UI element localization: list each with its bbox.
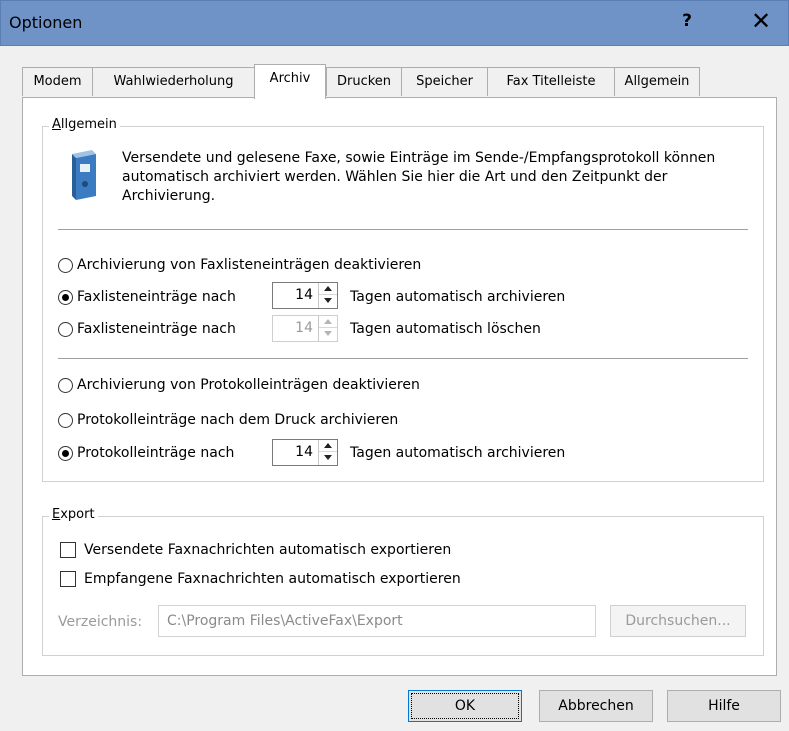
title-bar: Optionen ? ✕	[0, 0, 789, 46]
fax-archive-days-value: 14	[295, 287, 313, 303]
radio-button[interactable]	[58, 257, 73, 273]
tab-archiv[interactable]: Archiv	[254, 64, 326, 99]
fax-delete-days-value: 14	[295, 320, 313, 336]
radio-protocol-after-print[interactable]: Protokolleinträge nach dem Druck archivi…	[58, 407, 398, 433]
checkbox-export-sent[interactable]: Versendete Faxnachrichten automatisch ex…	[60, 537, 451, 563]
tab-allgemein[interactable]: Allgemein	[614, 67, 700, 96]
help-button[interactable]: ?	[677, 11, 697, 31]
browse-button: Durchsuchen...	[610, 605, 746, 637]
spin-down-icon	[319, 328, 337, 340]
spin-up-icon[interactable]	[319, 283, 337, 295]
close-button[interactable]: ✕	[743, 7, 779, 35]
checkbox-export-received[interactable]: Empfangene Faxnachrichten automatisch ex…	[60, 566, 461, 592]
spin-down-icon[interactable]	[319, 452, 337, 464]
checkbox[interactable]	[60, 571, 76, 587]
protocol-archive-days-value: 14	[295, 444, 313, 460]
cancel-button[interactable]: Abbrechen	[539, 690, 653, 722]
spin-down-icon[interactable]	[319, 295, 337, 307]
checkbox[interactable]	[60, 542, 76, 558]
tab-drucken[interactable]: Drucken	[326, 67, 402, 96]
tab-fax-titelleiste[interactable]: Fax Titelleiste	[487, 67, 615, 96]
protocol-archive-days-spinner[interactable]: 14	[272, 439, 338, 466]
radio-protocol-disable[interactable]: Archivierung von Protokolleinträgen deak…	[58, 372, 420, 398]
radio-fax-delete[interactable]: Faxlisteneinträge nach	[58, 316, 236, 342]
ok-button[interactable]: OK	[408, 690, 522, 722]
fax-archive-days-spinner[interactable]: 14	[272, 282, 338, 309]
help-dialog-button[interactable]: Hilfe	[667, 690, 781, 722]
tab-wahlwiederholung[interactable]: Wahlwiederholung	[92, 67, 255, 96]
fax-delete-suffix: Tagen automatisch löschen	[350, 321, 541, 337]
binder-icon	[72, 150, 96, 200]
protocol-archive-suffix: Tagen automatisch archivieren	[350, 445, 566, 461]
group-allgemein-legend: Allgemein	[49, 117, 120, 132]
archive-description: Versendete und gelesene Faxe, sowie Eint…	[122, 150, 716, 204]
radio-button[interactable]	[58, 321, 73, 337]
spin-up-icon[interactable]	[319, 440, 337, 452]
radio-button[interactable]	[58, 377, 73, 393]
separator	[58, 229, 748, 230]
radio-fax-disable[interactable]: Archivierung von Faxlisteneinträgen deak…	[58, 252, 421, 278]
radio-button[interactable]	[58, 412, 73, 428]
group-export-legend: Export	[49, 507, 98, 522]
radio-fax-archive[interactable]: Faxlisteneinträge nach	[58, 284, 236, 310]
tab-speicher[interactable]: Speicher	[401, 67, 488, 96]
fax-archive-suffix: Tagen automatisch archivieren	[350, 289, 566, 305]
directory-input: C:\Program Files\ActiveFax\Export	[158, 605, 596, 637]
directory-label: Verzeichnis:	[58, 614, 143, 630]
spin-up-icon	[319, 316, 337, 328]
close-icon: ✕	[750, 7, 772, 35]
window-title: Optionen	[9, 13, 83, 32]
radio-button-selected[interactable]	[58, 289, 73, 305]
radio-protocol-archive[interactable]: Protokolleinträge nach	[58, 440, 234, 466]
separator	[58, 358, 748, 359]
tab-modem[interactable]: Modem	[22, 67, 93, 96]
radio-button-selected[interactable]	[58, 445, 73, 461]
fax-delete-days-spinner: 14	[272, 315, 338, 342]
